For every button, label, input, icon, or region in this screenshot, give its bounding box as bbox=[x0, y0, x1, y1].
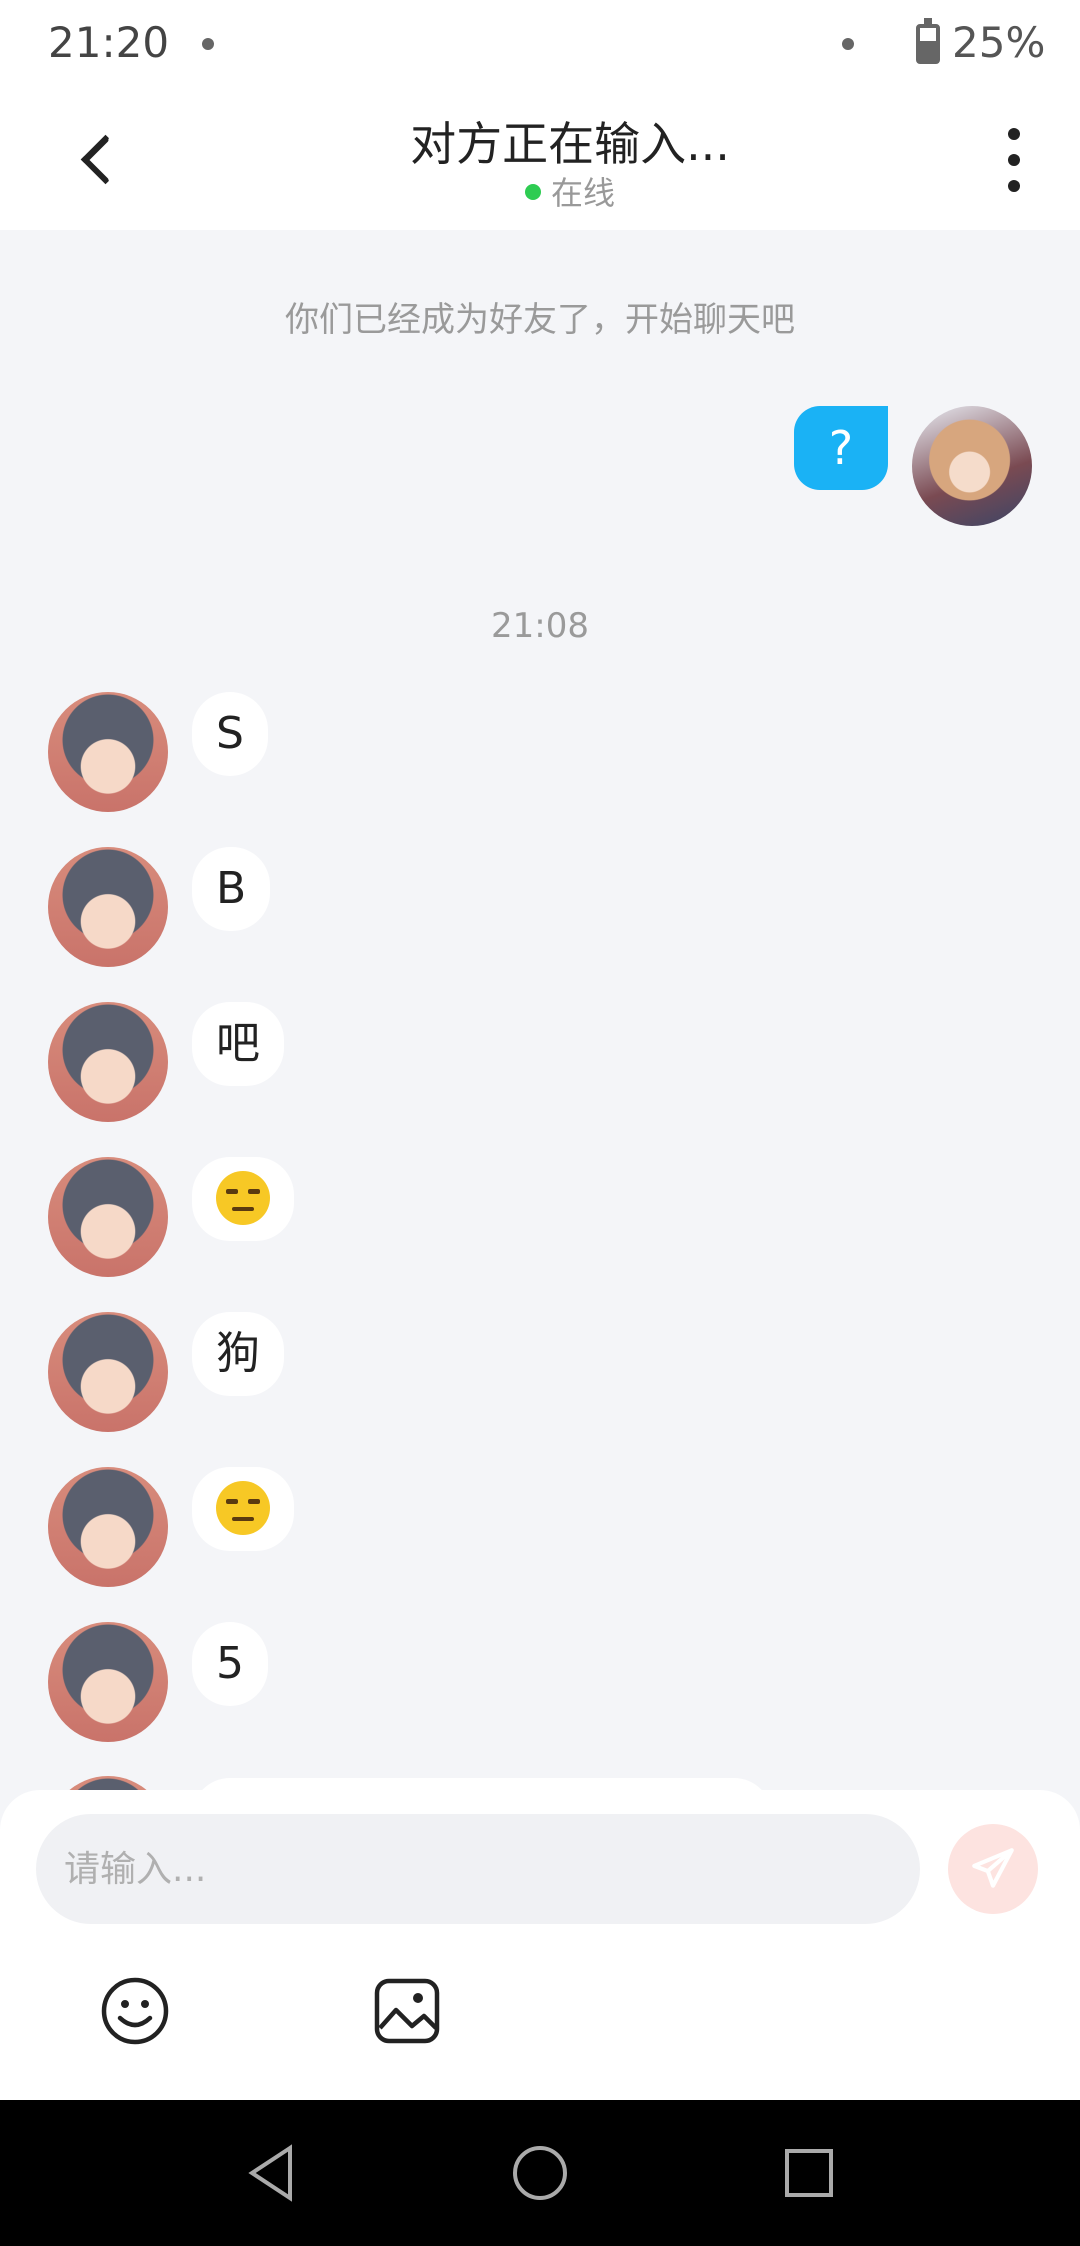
battery-level: 25% bbox=[952, 18, 1046, 67]
incoming-emoji-bubble[interactable] bbox=[192, 1157, 294, 1241]
image-button[interactable] bbox=[372, 1976, 442, 2046]
more-options-button[interactable] bbox=[994, 124, 1034, 196]
more-dot bbox=[1008, 180, 1020, 192]
back-triangle-icon bbox=[248, 2144, 292, 2202]
send-icon bbox=[972, 1848, 1014, 1888]
system-note: 你们已经成为好友了，开始聊天吧 bbox=[285, 300, 795, 340]
time-divider: 21:08 bbox=[491, 606, 589, 646]
chat-header: 对方正在输入... 在线 bbox=[0, 90, 1080, 230]
emoji-button[interactable] bbox=[100, 1976, 170, 2046]
contact-avatar[interactable] bbox=[48, 1002, 168, 1122]
message-composer bbox=[0, 1790, 1080, 2100]
online-status-label: 在线 bbox=[550, 174, 615, 212]
recents-square-icon bbox=[785, 2149, 833, 2197]
nav-recents-button[interactable] bbox=[774, 2138, 844, 2208]
status-time: 21:20 bbox=[48, 18, 170, 67]
self-avatar[interactable] bbox=[912, 406, 1032, 526]
contact-avatar[interactable] bbox=[48, 1157, 168, 1277]
unamused-face-icon bbox=[216, 1481, 270, 1535]
system-nav-bar bbox=[0, 2100, 1080, 2246]
contact-avatar[interactable] bbox=[48, 692, 168, 812]
page-title: 对方正在输入... bbox=[410, 117, 730, 171]
chat-message-list[interactable]: 你们已经成为好友了，开始聊天吧 ? 21:08 S B 吧 狗 5 bbox=[0, 230, 1080, 1790]
nav-back-button[interactable] bbox=[236, 2138, 306, 2208]
incoming-message-bubble-partial[interactable] bbox=[192, 1778, 772, 1790]
contact-avatar[interactable] bbox=[48, 847, 168, 967]
incoming-message-bubble[interactable]: 吧 bbox=[192, 1002, 284, 1086]
emoji-icon bbox=[101, 1977, 169, 2045]
signal-dot-icon bbox=[842, 38, 854, 50]
contact-avatar[interactable] bbox=[48, 1467, 168, 1587]
contact-avatar[interactable] bbox=[48, 1622, 168, 1742]
message-input[interactable] bbox=[36, 1814, 920, 1924]
image-icon bbox=[374, 1978, 440, 2044]
contact-avatar[interactable] bbox=[48, 1776, 168, 1790]
contact-avatar[interactable] bbox=[48, 1312, 168, 1432]
incoming-message-bubble[interactable]: B bbox=[192, 847, 271, 931]
notification-dot-icon bbox=[202, 38, 214, 50]
nav-home-button[interactable] bbox=[505, 2138, 575, 2208]
status-bar: 21:20 25% bbox=[0, 0, 1080, 90]
incoming-message-bubble[interactable]: 5 bbox=[192, 1622, 268, 1706]
online-status: 在线 bbox=[0, 168, 1080, 214]
incoming-message-bubble[interactable]: 狗 bbox=[192, 1312, 284, 1396]
battery-icon bbox=[916, 18, 940, 64]
online-dot-icon bbox=[524, 184, 541, 200]
incoming-emoji-bubble[interactable] bbox=[192, 1467, 294, 1551]
outgoing-message-bubble[interactable]: ? bbox=[794, 406, 888, 490]
send-button[interactable] bbox=[948, 1824, 1038, 1914]
more-dot bbox=[1008, 154, 1020, 166]
home-circle-icon bbox=[513, 2146, 567, 2200]
incoming-message-bubble[interactable]: S bbox=[192, 692, 268, 776]
more-dots-icon bbox=[1008, 128, 1020, 140]
unamused-face-icon bbox=[216, 1171, 270, 1225]
